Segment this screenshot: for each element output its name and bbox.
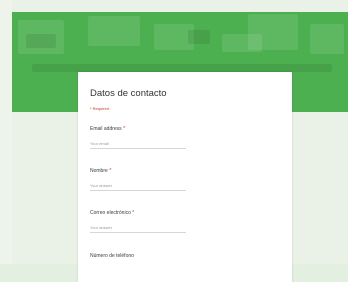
banner-chat-bubble-2 bbox=[26, 34, 56, 48]
left-gutter bbox=[0, 0, 12, 264]
banner-card-5 bbox=[310, 24, 344, 54]
banner-video-icon bbox=[188, 30, 210, 44]
correo-input[interactable]: Your answer bbox=[90, 224, 186, 233]
question-label-correo: Correo electrónico * bbox=[90, 210, 135, 216]
required-star: * bbox=[132, 210, 135, 216]
required-note: * Required bbox=[90, 106, 109, 111]
question-label-email: Email address * bbox=[90, 126, 126, 132]
banner-card-1 bbox=[88, 16, 140, 46]
required-star: * bbox=[123, 126, 126, 132]
email-input[interactable]: Your email bbox=[90, 140, 186, 149]
question-label-telefono: Número de teléfono bbox=[90, 253, 134, 259]
page-background: Datos de contacto * Required Email addre… bbox=[0, 0, 348, 282]
question-label-nombre: Nombre * bbox=[90, 168, 112, 174]
required-star: * bbox=[109, 168, 112, 174]
banner-strip bbox=[32, 64, 332, 72]
form-card: Datos de contacto * Required Email addre… bbox=[78, 72, 292, 282]
nombre-input[interactable]: Your answer bbox=[90, 182, 186, 191]
banner-card-4 bbox=[248, 14, 298, 50]
form-title: Datos de contacto bbox=[90, 88, 167, 99]
